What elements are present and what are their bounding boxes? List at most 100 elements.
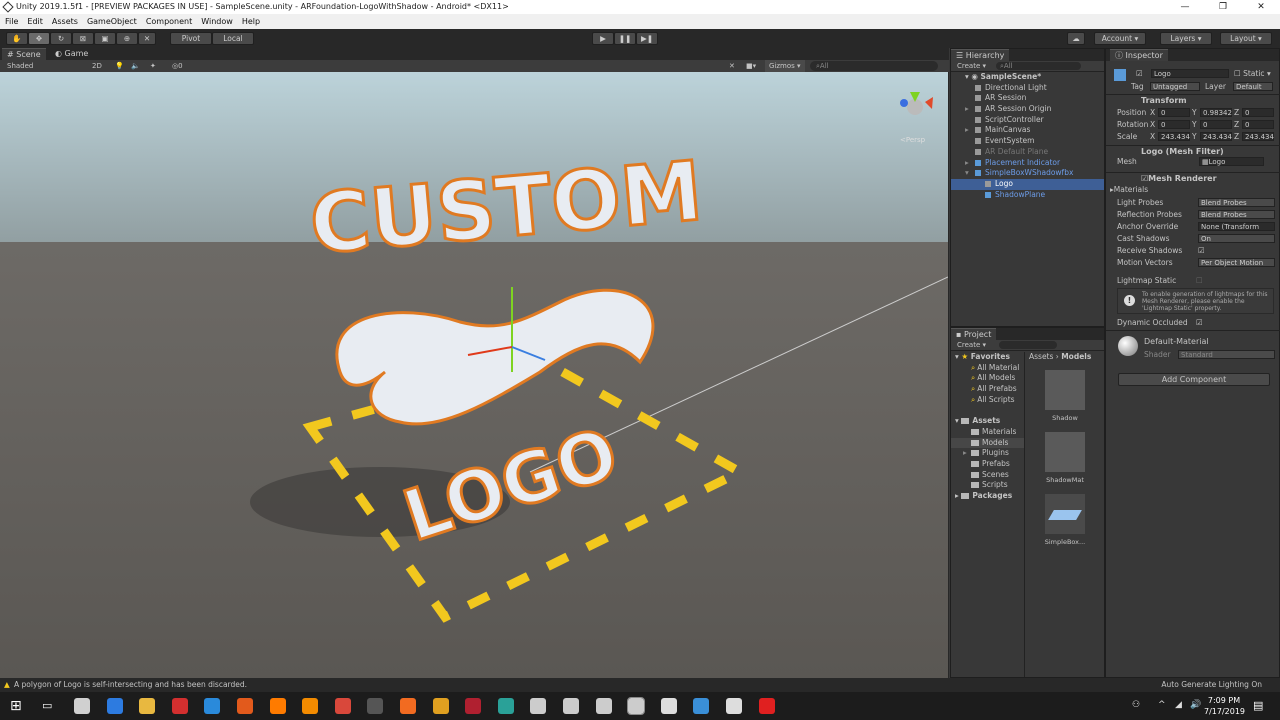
active-checkbox[interactable]: ☑ bbox=[1136, 69, 1143, 78]
favorite-item[interactable]: ⌕ All Scripts bbox=[951, 395, 1024, 406]
shading-dropdown[interactable]: Shaded bbox=[7, 60, 33, 72]
position-x-field[interactable]: 0 bbox=[1158, 108, 1190, 117]
wifi-icon[interactable]: ◢ bbox=[1175, 700, 1182, 710]
menu-gameobject[interactable]: GameObject bbox=[87, 14, 137, 29]
taskbar-app-icon[interactable] bbox=[432, 698, 449, 714]
shader-dropdown[interactable]: Standard bbox=[1178, 350, 1275, 359]
favorite-item[interactable]: ⌕ All Models bbox=[951, 373, 1024, 384]
material-name[interactable]: Default-Material bbox=[1144, 337, 1209, 346]
effects-toggle-icon[interactable]: ✦ bbox=[150, 60, 156, 72]
maximize-button[interactable]: ❐ bbox=[1204, 0, 1242, 14]
folder-item[interactable]: Materials bbox=[951, 427, 1024, 438]
expand-arrow-icon[interactable]: ▾ bbox=[965, 168, 969, 179]
taskbar-app-icon[interactable] bbox=[367, 698, 384, 714]
taskbar-app-icon[interactable] bbox=[563, 698, 579, 714]
expand-arrow-icon[interactable]: ▸ bbox=[963, 448, 967, 459]
scale-y-field[interactable]: 243.434 bbox=[1200, 132, 1232, 141]
project-create-button[interactable]: Create ▾ bbox=[957, 340, 986, 351]
favorite-item[interactable]: ⌕ All Prefabs bbox=[951, 384, 1024, 395]
hierarchy-item[interactable]: Logo bbox=[951, 178, 1104, 190]
inspector-tab[interactable]: ⓘ Inspector bbox=[1110, 49, 1168, 61]
minimize-button[interactable]: — bbox=[1166, 0, 1204, 14]
scene-search-input[interactable]: ⌕All bbox=[810, 61, 938, 71]
menu-help[interactable]: Help bbox=[242, 14, 260, 29]
assets-header[interactable]: ▾ Assets bbox=[951, 416, 1024, 427]
expand-arrow-icon[interactable]: ▸ bbox=[965, 125, 969, 136]
menu-component[interactable]: Component bbox=[146, 14, 192, 29]
lighting-toggle-icon[interactable]: 💡 bbox=[115, 60, 124, 72]
hierarchy-tab[interactable]: ☰ Hierarchy bbox=[951, 49, 1010, 61]
favorites-header[interactable]: ▾ ★ Favorites bbox=[951, 352, 1024, 363]
taskbar-app-icon[interactable] bbox=[106, 698, 123, 714]
folder-item[interactable]: ▸ Plugins bbox=[951, 448, 1024, 459]
breadcrumb-assets[interactable]: Assets bbox=[1029, 352, 1053, 361]
layer-dropdown[interactable]: Default bbox=[1233, 82, 1273, 91]
add-component-button[interactable]: Add Component bbox=[1118, 373, 1270, 386]
hierarchy-item[interactable]: ▸ MainCanvas bbox=[951, 125, 1104, 136]
transform-tool-button[interactable]: ⊕ bbox=[116, 32, 138, 45]
favorite-item[interactable]: ⌕ All Material bbox=[951, 363, 1024, 374]
tools-icon[interactable]: ✕ bbox=[729, 60, 735, 72]
step-button[interactable]: ▶❚ bbox=[636, 32, 658, 45]
taskbar-app-icon[interactable] bbox=[74, 698, 90, 714]
asset-thumbnail[interactable] bbox=[1045, 370, 1085, 410]
breadcrumb-models[interactable]: Models bbox=[1061, 352, 1091, 361]
menu-file[interactable]: File bbox=[5, 14, 18, 29]
name-field[interactable]: Logo bbox=[1151, 69, 1229, 78]
taskbar-app-icon[interactable] bbox=[758, 698, 775, 714]
rotation-x-field[interactable]: 0 bbox=[1158, 120, 1190, 129]
taskbar-app-icon[interactable] bbox=[726, 698, 742, 714]
dynamic-occluded-checkbox[interactable]: ☑ bbox=[1196, 318, 1203, 327]
property-checkbox[interactable]: ☑ bbox=[1198, 246, 1205, 255]
scale-x-field[interactable]: 243.434 bbox=[1158, 132, 1190, 141]
clock-time[interactable]: 7:09 PM bbox=[1206, 696, 1242, 705]
account-dropdown[interactable]: Account ▾ bbox=[1094, 32, 1146, 45]
volume-icon[interactable]: 🔊 bbox=[1190, 700, 1201, 710]
hierarchy-item[interactable]: AR Session bbox=[951, 93, 1104, 104]
expand-arrow-icon[interactable]: ▸ bbox=[965, 158, 969, 169]
hierarchy-item[interactable]: ShadowPlane bbox=[951, 190, 1104, 201]
camera-icon[interactable]: ■▾ bbox=[746, 60, 756, 72]
tray-chevron-icon[interactable]: ^ bbox=[1158, 700, 1166, 710]
taskbar-app-icon[interactable] bbox=[237, 698, 253, 714]
taskbar-app-icon[interactable] bbox=[465, 698, 482, 714]
notifications-icon[interactable]: ▤ bbox=[1253, 699, 1263, 712]
position-z-field[interactable]: 0 bbox=[1242, 108, 1274, 117]
asset-label[interactable]: SimpleBox... bbox=[1035, 538, 1095, 546]
hierarchy-item[interactable]: ▸ Placement Indicator bbox=[951, 158, 1104, 169]
hierarchy-item[interactable]: ▾ SimpleBoxWShadowfbx bbox=[951, 168, 1104, 179]
hierarchy-search-input[interactable]: ⌕All bbox=[996, 62, 1081, 70]
audio-toggle-icon[interactable]: 🔈 bbox=[131, 60, 140, 72]
pause-button[interactable]: ❚❚ bbox=[614, 32, 636, 45]
mesh-filter-header[interactable]: Logo (Mesh Filter) bbox=[1106, 145, 1280, 157]
hierarchy-item[interactable]: EventSystem bbox=[951, 136, 1104, 147]
position-y-field[interactable]: 0.98342 bbox=[1200, 108, 1232, 117]
task-view-icon[interactable]: ▭ bbox=[42, 699, 52, 712]
folder-item[interactable]: Scripts bbox=[951, 480, 1024, 491]
packages-header[interactable]: ▸ Packages bbox=[951, 491, 1024, 502]
project-tab[interactable]: ▪ Project bbox=[951, 328, 997, 340]
scale-tool-button[interactable]: ⊠ bbox=[72, 32, 94, 45]
hierarchy-create-button[interactable]: Create ▾ bbox=[957, 61, 986, 72]
materials-foldout[interactable]: ▸Materials bbox=[1110, 185, 1148, 194]
scale-z-field[interactable]: 243.434 bbox=[1242, 132, 1274, 141]
transform-header[interactable]: Transform bbox=[1106, 94, 1280, 106]
hierarchy-item[interactable]: Directional Light bbox=[951, 83, 1104, 94]
cloud-button[interactable]: ☁ bbox=[1067, 32, 1085, 45]
static-toggle[interactable]: ☐ Static ▾ bbox=[1234, 69, 1271, 78]
project-search-input[interactable] bbox=[999, 341, 1057, 349]
rotation-y-field[interactable]: 0 bbox=[1200, 120, 1232, 129]
rect-tool-button[interactable]: ▣ bbox=[94, 32, 116, 45]
asset-thumbnail[interactable] bbox=[1045, 494, 1085, 534]
close-button[interactable]: ✕ bbox=[1242, 0, 1280, 14]
property-dropdown[interactable]: None (Transform bbox=[1198, 222, 1275, 231]
folder-item[interactable]: Prefabs bbox=[951, 459, 1024, 470]
gizmos-dropdown[interactable]: Gizmos ▾ bbox=[765, 60, 805, 72]
property-dropdown[interactable]: Per Object Motion bbox=[1198, 258, 1275, 267]
hidden-count[interactable]: ◎0 bbox=[172, 60, 183, 72]
local-toggle[interactable]: Local bbox=[212, 32, 254, 45]
status-message[interactable]: A polygon of Logo is self-intersecting a… bbox=[14, 678, 247, 692]
mesh-field[interactable]: ▦Logo bbox=[1199, 157, 1264, 166]
menu-assets[interactable]: Assets bbox=[52, 14, 78, 29]
scene-viewport[interactable]: CUSTOM LOGO <Persp bbox=[0, 72, 948, 678]
